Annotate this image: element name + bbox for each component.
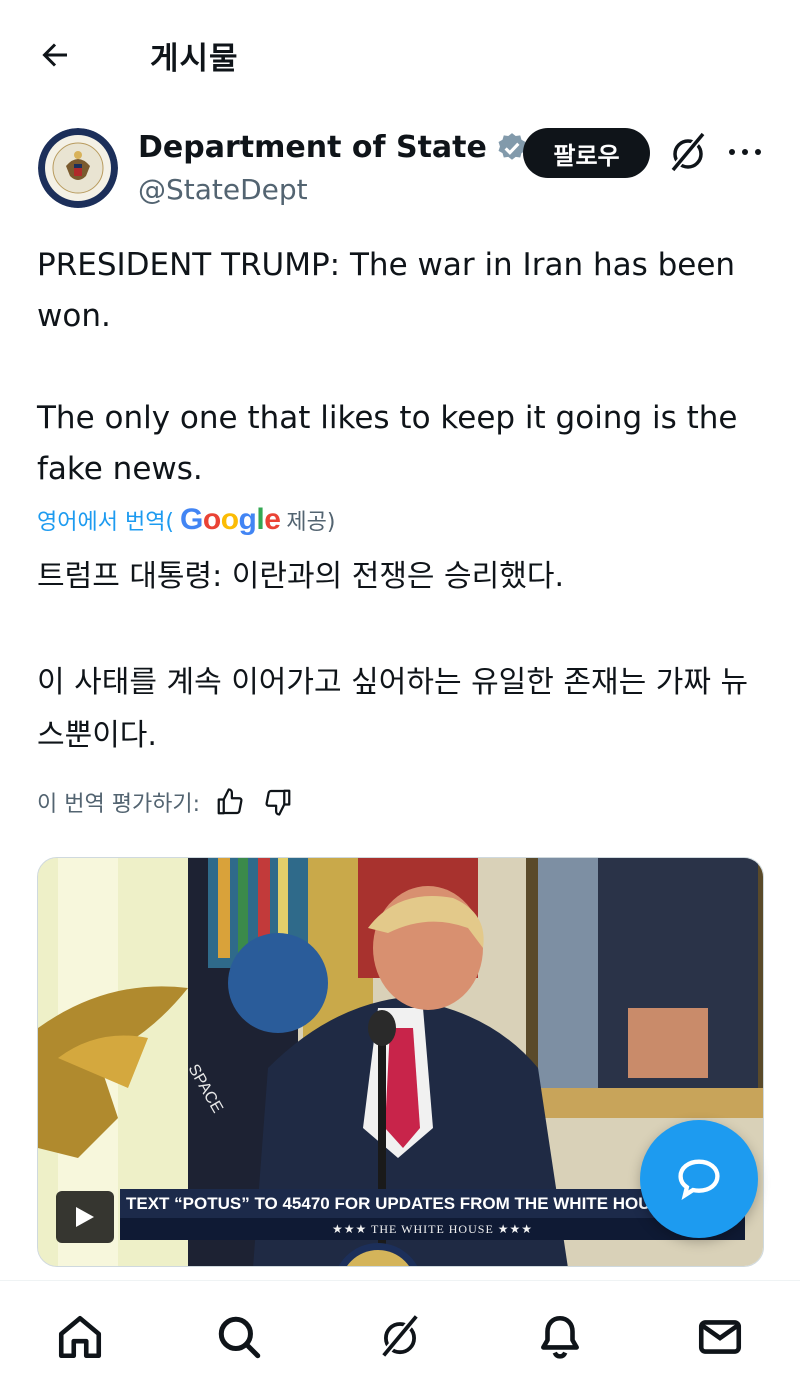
translate-suffix: 제공): [286, 510, 336, 535]
thumbs-up-icon: [217, 788, 243, 815]
grok-button[interactable]: [664, 129, 712, 177]
play-icon: [76, 1207, 94, 1227]
grok-icon: [669, 132, 705, 174]
bottom-navigation: [0, 1280, 800, 1390]
google-logo: Google: [180, 503, 281, 536]
thumbs-down-button[interactable]: [260, 784, 296, 820]
home-icon: [58, 1315, 102, 1359]
video-chyron-sub: ★★★ THE WHITE HOUSE ★★★: [120, 1218, 745, 1240]
thumbs-up-button[interactable]: [212, 784, 248, 820]
play-button[interactable]: [56, 1191, 114, 1243]
more-icon: [729, 149, 761, 155]
floating-reply-button[interactable]: [640, 1120, 758, 1238]
nav-search[interactable]: [211, 1309, 267, 1365]
grok-icon: [379, 1315, 419, 1359]
nav-notifications[interactable]: [532, 1309, 588, 1365]
chat-bubble-icon: [678, 1159, 720, 1201]
author-name-text: Department of State: [138, 130, 487, 165]
follow-button[interactable]: 팔로우: [523, 128, 650, 178]
rate-translation: 이 번역 평가하기:: [37, 784, 296, 820]
back-button[interactable]: [30, 30, 80, 80]
author-handle[interactable]: @StateDept: [138, 173, 308, 206]
nav-home[interactable]: [52, 1309, 108, 1365]
nav-messages[interactable]: [692, 1309, 748, 1365]
more-options-button[interactable]: [722, 132, 768, 172]
thumbs-down-icon: [265, 789, 291, 816]
nav-grok[interactable]: [372, 1309, 428, 1365]
avatar[interactable]: [38, 128, 118, 208]
top-bar: 게시물: [0, 0, 800, 108]
messages-icon: [698, 1320, 742, 1354]
search-icon: [218, 1316, 261, 1359]
translate-prefix: 영어에서 번역(: [37, 510, 175, 535]
post-author-row: Department of State @StateDept 팔로우: [0, 120, 800, 220]
page-title: 게시물: [150, 41, 239, 77]
translation-attribution[interactable]: 영어에서 번역( Google 제공): [37, 503, 335, 537]
notifications-icon: [541, 1315, 579, 1359]
author-name[interactable]: Department of State: [138, 130, 529, 165]
translated-post-text: 트럼프 대통령: 이란과의 전쟁은 승리했다. 이 사태를 계속 이어가고 싶어…: [37, 559, 749, 753]
post-text: PRESIDENT TRUMP: The war in Iran has bee…: [37, 247, 738, 487]
rate-label: 이 번역 평가하기:: [37, 792, 201, 817]
arrow-left-icon: [42, 43, 67, 67]
state-department-seal-icon: [38, 128, 118, 208]
